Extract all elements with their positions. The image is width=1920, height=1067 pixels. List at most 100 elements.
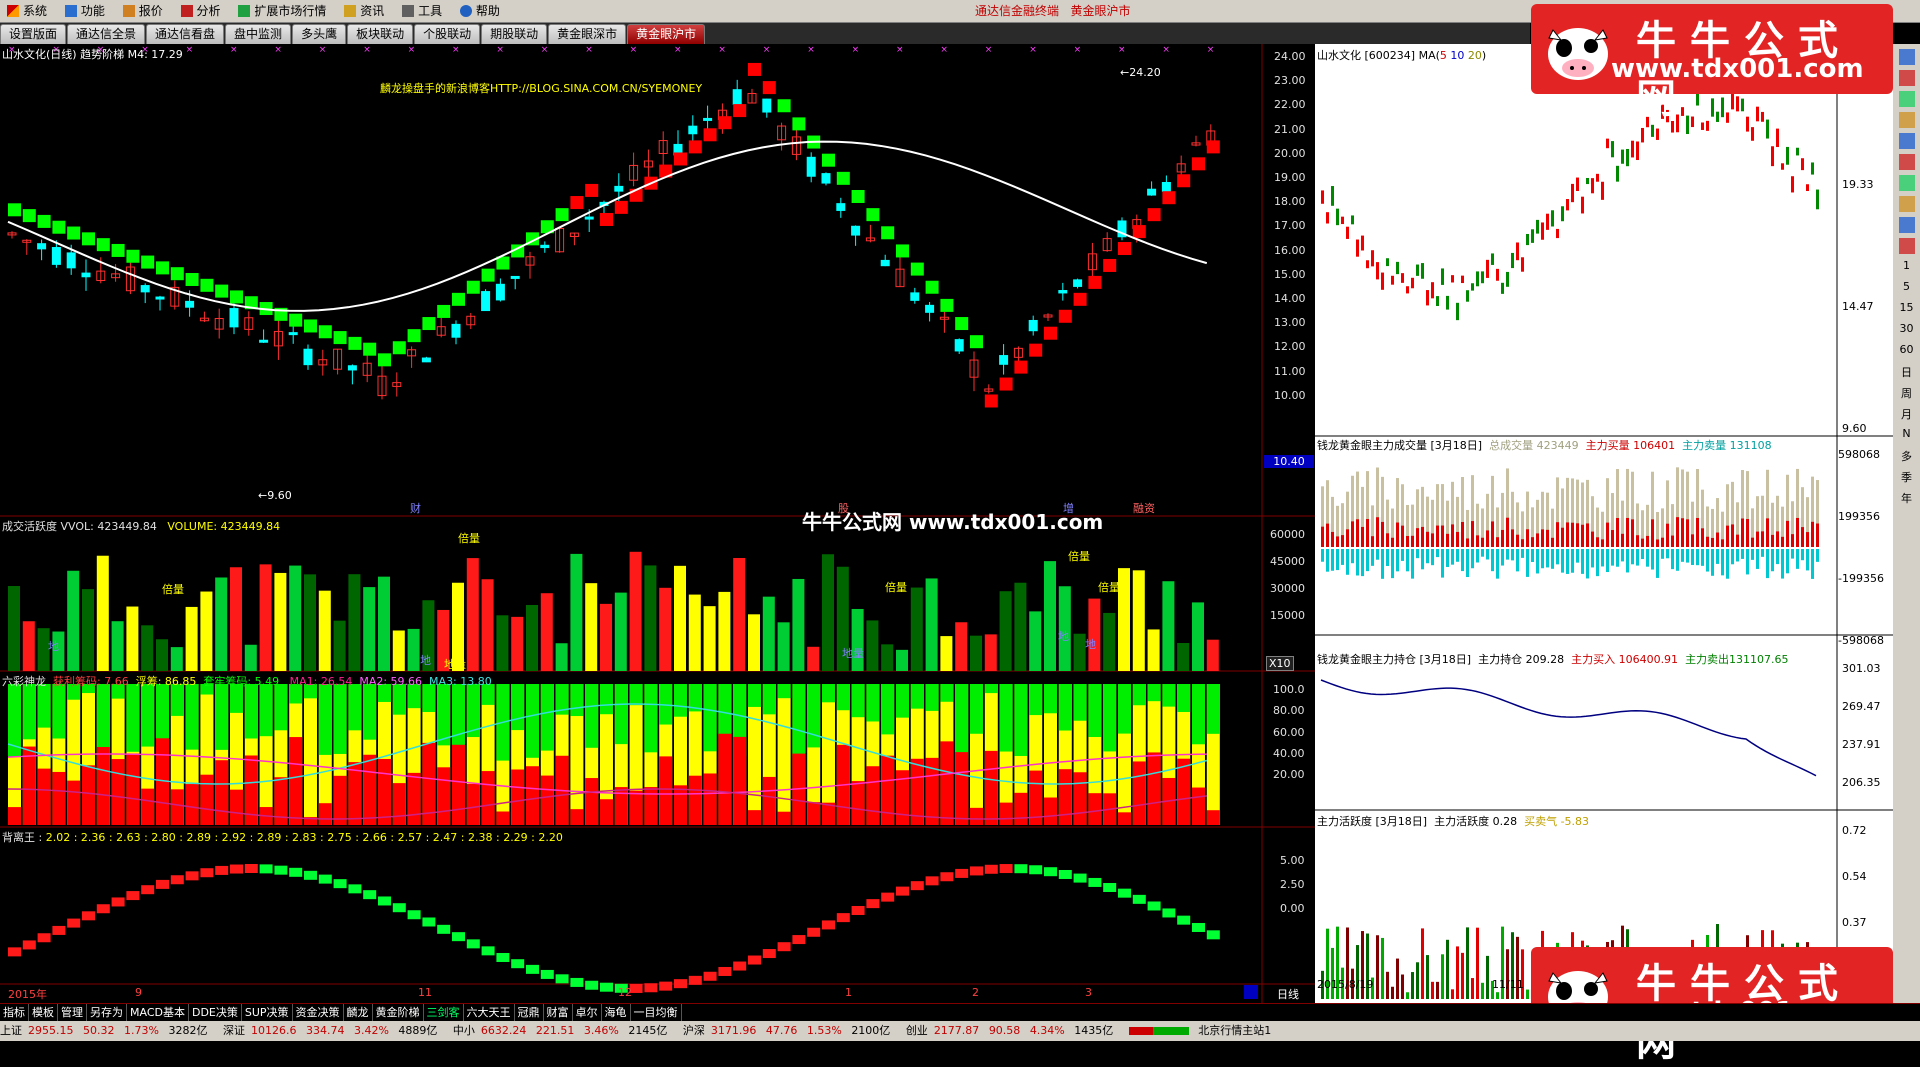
index-zx[interactable]: 中小 6632.24 221.51 3.46% 2145亿 — [453, 1024, 673, 1037]
divergence-step — [703, 971, 717, 981]
locked-bar — [126, 684, 140, 752]
indicator-tab[interactable]: 卓尔 — [573, 1004, 602, 1021]
index-amount: 2100亿 — [851, 1024, 891, 1037]
toolbar-icon[interactable] — [1898, 70, 1915, 86]
index-sz[interactable]: 深证 10126.6 334.74 3.42% 4889亿 — [223, 1024, 443, 1037]
vvol-label: 成交活跃度 VVOL: 423449.84 — [2, 520, 157, 533]
menu-extended[interactable]: 扩展市场行情 — [231, 0, 333, 22]
right-panels[interactable] — [1315, 44, 1893, 1004]
sell-vol-bar — [1776, 549, 1779, 565]
profit-bar — [940, 741, 954, 825]
indicator-tab[interactable]: 另存为 — [87, 1004, 127, 1021]
toolbar-icon[interactable] — [1898, 175, 1915, 191]
index-cy[interactable]: 创业 2177.87 90.58 4.34% 1435亿 — [906, 1024, 1119, 1037]
menu-analysis[interactable]: 分析 — [174, 0, 228, 22]
menu-system[interactable]: 系统 — [0, 0, 54, 22]
ad-banner-top[interactable]: 牛牛公式网 www.tdx001.com — [1531, 4, 1893, 122]
indicator-tab[interactable]: 六大天王 — [464, 1004, 515, 1021]
tab-settings[interactable]: 设置版面 — [0, 24, 67, 44]
indicator-tab[interactable]: 模板 — [29, 1004, 58, 1021]
indicator-tab[interactable]: MACD基本 — [127, 1004, 189, 1021]
volume-bar — [96, 555, 109, 671]
period-button[interactable]: 1 — [1899, 259, 1915, 275]
volume-tag: 倍量 — [458, 532, 480, 545]
menu-help[interactable]: 帮助 — [453, 0, 507, 22]
mini-candle — [1601, 181, 1604, 200]
y-tick-label: 30000 — [1270, 582, 1305, 595]
indicator-tab[interactable]: 管理 — [58, 1004, 87, 1021]
indicator-tab[interactable]: DDE决策 — [189, 1004, 242, 1021]
sell-vol-bar — [1351, 549, 1354, 564]
tab-stock-link[interactable]: 个股联动 — [414, 24, 481, 44]
indicator-tab[interactable]: 资金决策 — [293, 1004, 344, 1021]
menu-quote[interactable]: 报价 — [116, 0, 170, 22]
toolbar-icon[interactable] — [1898, 196, 1915, 212]
period-button[interactable]: 周 — [1899, 385, 1915, 401]
profit-bar — [807, 802, 821, 825]
toolbar-icon[interactable] — [1898, 112, 1915, 128]
signal-mark: × — [408, 45, 416, 55]
index-sh[interactable]: 上证 2955.15 50.32 1.73% 3282亿 — [0, 1024, 213, 1037]
sell-vol-bar — [1581, 549, 1584, 574]
divergence-step — [1132, 894, 1146, 904]
menu-news[interactable]: 资讯 — [337, 0, 391, 22]
buy-vol-bar — [1736, 534, 1739, 547]
trend-step — [407, 329, 421, 343]
indicator-tab[interactable]: 黄金阶梯 — [373, 1004, 424, 1021]
sell-vol-bar — [1361, 549, 1364, 577]
period-label[interactable]: 日线 — [1277, 986, 1299, 1002]
buy-vol-bar — [1366, 519, 1369, 547]
candle-body — [303, 348, 313, 366]
divergence-step — [452, 932, 465, 942]
index-hs[interactable]: 沪深 3171.96 47.76 1.53% 2100亿 — [683, 1024, 896, 1037]
scroll-marker[interactable] — [1244, 985, 1258, 999]
activity-bar — [1451, 989, 1454, 999]
indicator-tab[interactable]: 麟龙 — [344, 1004, 373, 1021]
period-button[interactable]: 月 — [1899, 406, 1915, 422]
indicator-tab[interactable]: SUP决策 — [242, 1004, 293, 1021]
menu-function[interactable]: 功能 — [58, 0, 112, 22]
profit-bar — [126, 753, 140, 825]
indicator-tab[interactable]: 三剑客 — [424, 1004, 464, 1021]
tab-gold-sh[interactable]: 黄金眼沪市 — [627, 24, 706, 44]
toolbar-icon[interactable] — [1898, 238, 1915, 254]
trend-step — [318, 325, 332, 339]
toolbar-icon[interactable] — [1898, 217, 1915, 233]
mini-candle — [1326, 212, 1329, 224]
toolbar-icon[interactable] — [1898, 91, 1915, 107]
tab-sector-link[interactable]: 板块联动 — [347, 24, 414, 44]
period-button[interactable]: 30 — [1899, 322, 1915, 338]
toolbar-icon[interactable] — [1898, 154, 1915, 170]
tab-futures-link[interactable]: 期股联动 — [481, 24, 548, 44]
candle-body — [1161, 182, 1171, 192]
menu-tools[interactable]: 工具 — [395, 0, 449, 22]
indicator-tab[interactable]: 指标 — [0, 1004, 29, 1021]
profit-bar — [600, 799, 613, 825]
tab-bull-eagle[interactable]: 多头鹰 — [292, 24, 347, 44]
locked-bar — [185, 684, 199, 750]
indicator-tab[interactable]: 一目均衡 — [631, 1004, 682, 1021]
indicator-tab[interactable]: 财富 — [544, 1004, 573, 1021]
toolbar-icon[interactable] — [1898, 49, 1915, 65]
sell-vol-bar — [1521, 549, 1524, 558]
server-station[interactable]: 北京行情主站1 — [1198, 1024, 1271, 1037]
period-button[interactable]: N — [1899, 427, 1915, 443]
y-tick-label: 15.00 — [1274, 267, 1306, 281]
tab-monitor[interactable]: 盘中监测 — [225, 24, 292, 44]
tab-panorama[interactable]: 通达信全景 — [67, 24, 146, 44]
sell-vol-bar — [1691, 549, 1694, 566]
period-button[interactable]: 季 — [1899, 469, 1915, 485]
period-button[interactable]: 15 — [1899, 301, 1915, 317]
toolbar-icon[interactable] — [1898, 133, 1915, 149]
period-button[interactable]: 60 — [1899, 343, 1915, 359]
tab-gold-sz[interactable]: 黄金眼深市 — [548, 24, 627, 44]
period-button[interactable]: 多 — [1899, 448, 1915, 464]
period-button[interactable]: 年 — [1899, 490, 1915, 506]
buy-vol-bar — [1321, 526, 1324, 547]
sell-vol-bar — [1816, 549, 1819, 562]
indicator-tab[interactable]: 冠鼎 — [515, 1004, 544, 1021]
tab-watch[interactable]: 通达信看盘 — [146, 24, 225, 44]
indicator-tab[interactable]: 海龟 — [602, 1004, 631, 1021]
period-button[interactable]: 日 — [1899, 364, 1915, 380]
period-button[interactable]: 5 — [1899, 280, 1915, 296]
